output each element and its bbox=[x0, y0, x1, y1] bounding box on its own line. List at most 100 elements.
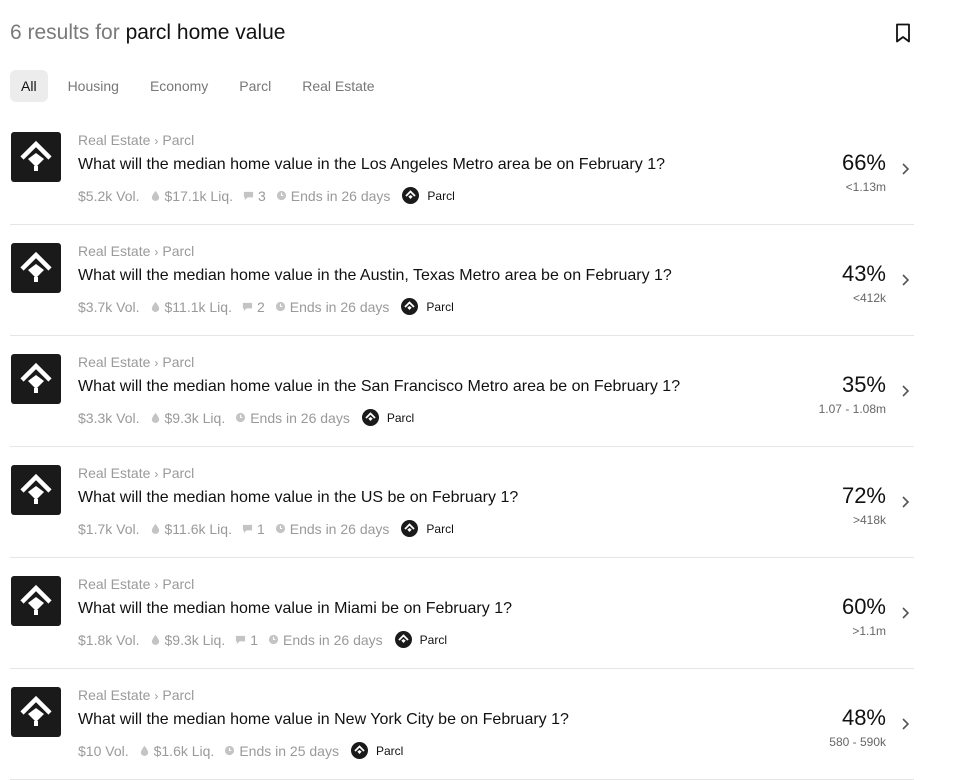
chevron-right-icon[interactable] bbox=[900, 717, 912, 731]
breadcrumb-category[interactable]: Real Estate bbox=[78, 465, 150, 481]
tab-parcl[interactable]: Parcl bbox=[239, 70, 287, 102]
chevron-right-icon[interactable] bbox=[900, 384, 912, 398]
filter-tabs: All Housing Economy Parcl Real Estate bbox=[10, 70, 406, 102]
outcome-range: <1.13m bbox=[845, 180, 886, 194]
chevron-right-icon[interactable] bbox=[900, 495, 912, 509]
breadcrumb: Real Estate › Parcl bbox=[78, 576, 194, 592]
comments[interactable]: 3 bbox=[243, 188, 266, 204]
end-date: Ends in 26 days bbox=[268, 632, 383, 648]
house-icon bbox=[20, 251, 52, 282]
breadcrumb: Real Estate › Parcl bbox=[78, 132, 194, 148]
breadcrumb-subcategory[interactable]: Parcl bbox=[162, 465, 194, 481]
tab-economy[interactable]: Economy bbox=[150, 70, 224, 102]
chevron-right-icon: › bbox=[154, 134, 159, 148]
volume: $1.8k Vol. bbox=[78, 631, 140, 648]
breadcrumb-subcategory[interactable]: Parcl bbox=[162, 132, 194, 148]
market-question[interactable]: What will the median home value in the U… bbox=[78, 489, 518, 507]
drop-icon bbox=[151, 301, 159, 312]
tab-housing[interactable]: Housing bbox=[68, 70, 135, 102]
source-tag[interactable]: Parcl bbox=[402, 187, 455, 204]
parcl-logo bbox=[11, 465, 61, 515]
probability: 60% bbox=[841, 594, 886, 619]
source-tag[interactable]: Parcl bbox=[361, 409, 414, 426]
result-row[interactable]: Real Estate › Parcl What will the median h… bbox=[10, 669, 914, 780]
source-tag[interactable]: Parcl bbox=[350, 742, 403, 759]
probability: 43% bbox=[841, 261, 886, 286]
breadcrumb-subcategory[interactable]: Parcl bbox=[162, 576, 194, 592]
results-count: 6 results for bbox=[10, 21, 120, 44]
market-question[interactable]: What will the median home value in Miami… bbox=[78, 600, 512, 618]
breadcrumb-subcategory[interactable]: Parcl bbox=[162, 354, 194, 370]
comments[interactable]: 1 bbox=[242, 521, 265, 537]
results-list: Real Estate › Parcl What will the median h… bbox=[10, 114, 914, 780]
volume: $1.7k Vol. bbox=[78, 520, 140, 537]
market-question[interactable]: What will the median home value in New Y… bbox=[78, 711, 569, 729]
source-tag[interactable]: Parcl bbox=[401, 520, 454, 537]
parcl-logo bbox=[11, 576, 61, 626]
result-row[interactable]: Real Estate › Parcl What will the median h… bbox=[10, 336, 914, 447]
breadcrumb-category[interactable]: Real Estate bbox=[78, 132, 150, 148]
market-meta: $3.3k Vol. $9.3k Liq. Ends in 26 days Pa… bbox=[78, 409, 414, 426]
chevron-right-icon: › bbox=[154, 467, 159, 481]
liquidity: $1.6k Liq. bbox=[139, 743, 214, 759]
clock-icon bbox=[275, 301, 285, 312]
result-row[interactable]: Real Estate › Parcl What will the median h… bbox=[10, 447, 914, 558]
breadcrumb-category[interactable]: Real Estate bbox=[78, 576, 150, 592]
clock-icon bbox=[268, 634, 279, 645]
chevron-right-icon[interactable] bbox=[900, 162, 912, 176]
drop-icon bbox=[151, 190, 159, 201]
outcome-range: 580 - 590k bbox=[829, 735, 886, 749]
drop-icon bbox=[151, 412, 159, 423]
comment-icon bbox=[236, 635, 246, 645]
result-row[interactable]: Real Estate › Parcl What will the median h… bbox=[10, 225, 914, 336]
parcl-logo bbox=[11, 687, 61, 737]
market-meta: $3.7k Vol. $11.1k Liq. 2 Ends in 26 days… bbox=[78, 298, 454, 315]
clock-icon bbox=[225, 745, 235, 756]
tab-real-estate[interactable]: Real Estate bbox=[302, 70, 390, 102]
house-icon bbox=[20, 695, 52, 726]
house-icon bbox=[20, 584, 52, 615]
result-row[interactable]: Real Estate › Parcl What will the median h… bbox=[10, 114, 914, 225]
market-question[interactable]: What will the median home value in the A… bbox=[78, 267, 672, 285]
liquidity: $9.3k Liq. bbox=[150, 410, 225, 426]
parcl-icon bbox=[402, 187, 420, 204]
chevron-right-icon[interactable] bbox=[900, 273, 912, 287]
liquidity: $17.1k Liq. bbox=[150, 188, 233, 204]
source-tag[interactable]: Parcl bbox=[401, 298, 454, 315]
result-row[interactable]: Real Estate › Parcl What will the median h… bbox=[10, 558, 914, 669]
outcome-range: 1.07 - 1.08m bbox=[818, 402, 886, 416]
end-date: Ends in 26 days bbox=[275, 521, 389, 537]
comments[interactable]: 2 bbox=[242, 299, 265, 315]
market-question[interactable]: What will the median home value in the L… bbox=[78, 156, 665, 174]
source-tag[interactable]: Parcl bbox=[394, 631, 447, 648]
volume: $5.2k Vol. bbox=[78, 187, 140, 204]
end-date: Ends in 26 days bbox=[235, 410, 350, 426]
outcome-range: >1.1m bbox=[852, 624, 886, 638]
chevron-right-icon[interactable] bbox=[900, 606, 912, 620]
breadcrumb-subcategory[interactable]: Parcl bbox=[162, 243, 194, 259]
outcome-range: <412k bbox=[852, 291, 886, 305]
tab-all[interactable]: All bbox=[10, 70, 48, 102]
comments[interactable]: 1 bbox=[235, 632, 258, 648]
chevron-right-icon: › bbox=[154, 245, 159, 259]
house-icon bbox=[20, 140, 52, 171]
breadcrumb: Real Estate › Parcl bbox=[78, 354, 194, 370]
drop-icon bbox=[140, 745, 148, 756]
breadcrumb-category[interactable]: Real Estate bbox=[78, 243, 150, 259]
comment-icon bbox=[243, 191, 254, 201]
comment-icon bbox=[242, 302, 253, 312]
market-meta: $1.8k Vol. $9.3k Liq. 1 Ends in 26 days … bbox=[78, 631, 447, 648]
breadcrumb-subcategory[interactable]: Parcl bbox=[162, 687, 194, 703]
parcl-icon bbox=[401, 520, 419, 537]
bookmark-icon[interactable] bbox=[894, 23, 912, 43]
breadcrumb: Real Estate › Parcl bbox=[78, 243, 194, 259]
clock-icon bbox=[275, 523, 285, 534]
parcl-logo bbox=[11, 354, 61, 404]
chevron-right-icon: › bbox=[154, 578, 159, 592]
parcl-logo bbox=[11, 132, 61, 182]
breadcrumb-category[interactable]: Real Estate bbox=[78, 354, 150, 370]
probability: 72% bbox=[841, 483, 886, 508]
market-question[interactable]: What will the median home value in the S… bbox=[78, 378, 680, 396]
parcl-logo bbox=[11, 243, 61, 293]
breadcrumb-category[interactable]: Real Estate bbox=[78, 687, 150, 703]
